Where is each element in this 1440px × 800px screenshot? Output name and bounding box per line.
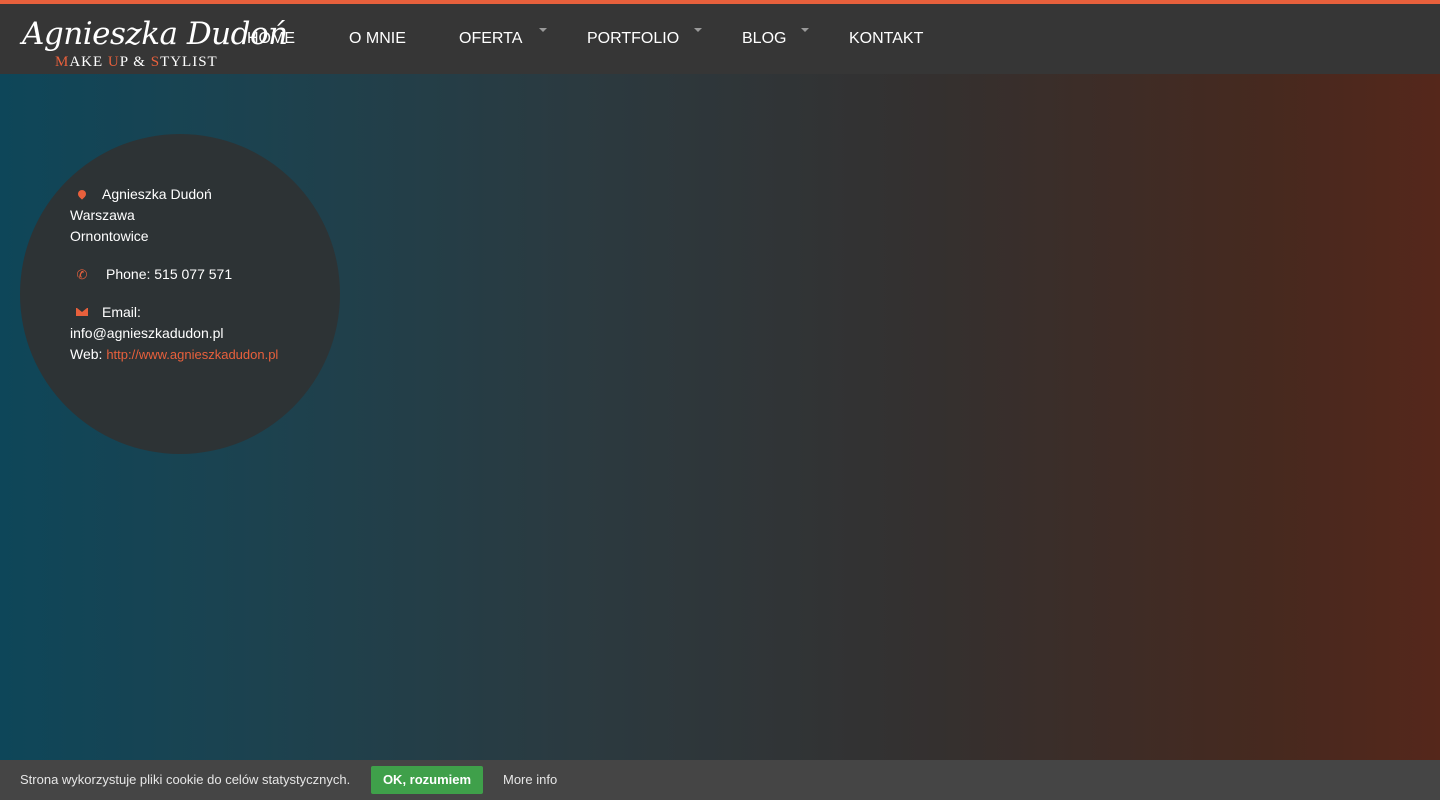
phone-icon: ✆	[76, 267, 88, 282]
contact-name: Agnieszka Dudoń	[102, 186, 212, 202]
nav-item-blog[interactable]: BLOG	[742, 4, 786, 74]
contact-city-ornontowice: Ornontowice	[70, 228, 149, 244]
cookie-message: Strona wykorzystuje pliki cookie do celó…	[20, 772, 351, 787]
website-link[interactable]: http://www.agnieszkadudon.pl	[106, 347, 278, 362]
web-label: Web:	[70, 346, 103, 362]
cookie-more-info-link[interactable]: More info	[503, 760, 557, 800]
nav-item-oferta[interactable]: OFERTA	[459, 4, 522, 74]
contact-phone[interactable]: Phone: 515 077 571	[106, 266, 232, 282]
email-block: Email: info@agnieszkadudon.pl Web: http:…	[70, 302, 330, 365]
nav-item-kontakt[interactable]: KONTAKT	[849, 4, 923, 74]
nav-item-home[interactable]: HOME	[247, 4, 295, 74]
cookie-banner: Strona wykorzystuje pliki cookie do celó…	[0, 760, 1440, 800]
map-marker-icon	[71, 184, 93, 205]
phone-block: ✆ Phone: 515 077 571	[70, 264, 330, 285]
contact-city-warszawa: Warszawa	[70, 207, 135, 223]
email-label: Email:	[102, 304, 141, 320]
site-header: Agnieszka Dudoń MAKE UP & STYLIST	[0, 4, 1440, 74]
cookie-accept-button[interactable]: OK, rozumiem	[371, 766, 483, 794]
contact-email[interactable]: info@agnieszkadudon.pl	[70, 325, 224, 341]
envelope-icon	[71, 302, 93, 323]
portfolio-chevron-down-icon[interactable]	[694, 28, 702, 32]
oferta-chevron-down-icon[interactable]	[539, 28, 547, 32]
address-block: Agnieszka Dudoń Warszawa Ornontowice	[70, 184, 330, 247]
logo-tagline: MAKE UP & STYLIST	[55, 54, 218, 70]
blog-chevron-down-icon[interactable]	[801, 28, 809, 32]
nav-item-o-mnie[interactable]: O MNIE	[349, 4, 406, 74]
site-logo[interactable]: Agnieszka Dudoń MAKE UP & STYLIST	[22, 16, 288, 72]
contact-info: Agnieszka Dudoń Warszawa Ornontowice ✆ Ph…	[70, 184, 330, 365]
nav-item-portfolio[interactable]: PORTFOLIO	[587, 4, 679, 74]
